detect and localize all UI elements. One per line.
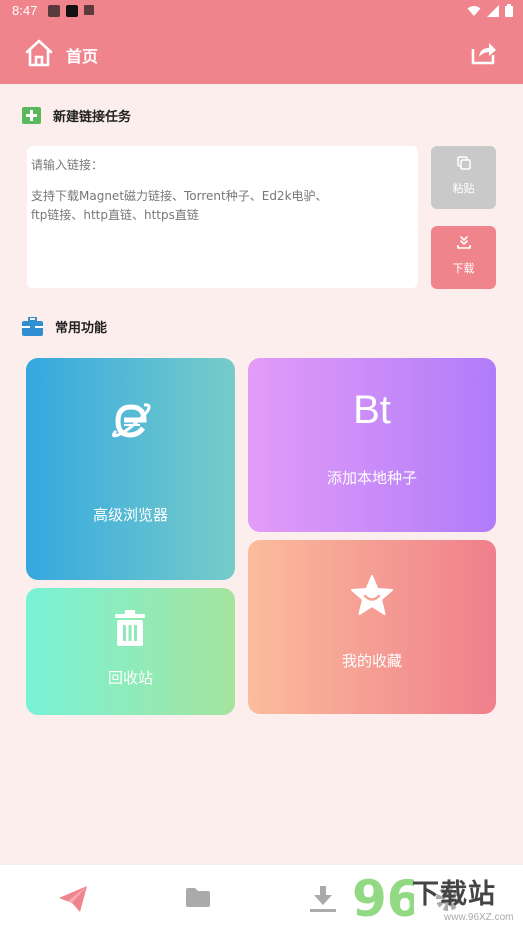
home-button[interactable]	[24, 38, 54, 68]
send-icon	[59, 886, 87, 912]
browser-tile[interactable]: 高级浏览器	[26, 358, 235, 580]
favorites-tile[interactable]: 我的收藏	[248, 540, 496, 714]
hint-line: 支持下载Magnet磁力链接、Torrent种子、Ed2k电驴、	[31, 189, 328, 203]
nav-home[interactable]	[58, 885, 88, 913]
status-bar: 8:47	[0, 0, 523, 22]
toolbox-icon	[22, 317, 43, 336]
ie-browser-icon	[111, 403, 151, 438]
functions-header: 常用功能	[22, 317, 107, 336]
page-title: 首页	[66, 47, 99, 66]
share-button[interactable]	[469, 39, 497, 67]
link-input[interactable]: 请输入链接： 支持下载Magnet磁力链接、Torrent种子、Ed2k电驴、 …	[27, 146, 418, 288]
paste-button[interactable]: 粘贴	[431, 146, 496, 209]
watermark-digits: 96	[352, 870, 414, 926]
battery-icon	[505, 4, 513, 17]
paste-icon	[457, 156, 471, 170]
notification-app-icon	[84, 5, 94, 15]
recycle-bin-label: 回收站	[107, 669, 153, 687]
star-icon	[351, 575, 393, 615]
watermark-text: 下载站	[412, 879, 496, 910]
hint-line: ftp链接、http直链、https直链	[31, 208, 199, 222]
notification-app-icon	[66, 5, 78, 17]
link-input-hint: 支持下载Magnet磁力链接、Torrent种子、Ed2k电驴、 ftp链接、h…	[31, 187, 414, 225]
paste-label: 粘贴	[452, 182, 475, 195]
status-time: 8:47	[12, 3, 38, 18]
folder-icon	[186, 888, 210, 907]
nav-files[interactable]	[185, 885, 215, 913]
system-icons	[467, 4, 513, 17]
download-button[interactable]: 下载	[431, 226, 496, 289]
add-icon	[22, 107, 41, 124]
browser-label: 高级浏览器	[92, 506, 168, 524]
watermark-url: www.96XZ.com	[444, 912, 514, 923]
bt-icon: Bt	[353, 388, 391, 432]
recycle-bin-tile[interactable]: 回收站	[26, 588, 235, 715]
download-icon	[457, 236, 471, 249]
download-label: 下载	[452, 262, 475, 275]
signal-icon	[487, 4, 499, 17]
watermark-logo: 96	[352, 870, 414, 926]
notification-app-icon	[48, 5, 60, 17]
favorites-label: 我的收藏	[341, 652, 402, 670]
nav-downloads[interactable]	[309, 885, 339, 913]
home-icon	[25, 39, 53, 67]
add-torrent-tile[interactable]: Bt 添加本地种子	[248, 358, 496, 532]
share-icon	[471, 43, 496, 65]
section-title: 常用功能	[55, 321, 108, 336]
wifi-icon	[467, 5, 481, 16]
notification-icons	[48, 5, 94, 17]
trash-icon	[115, 610, 145, 646]
link-input-label: 请输入链接：	[31, 158, 104, 172]
new-task-header: 新建链接任务	[22, 106, 131, 125]
watermark: 96 下载站 www.96XZ.com	[352, 864, 523, 929]
add-torrent-label: 添加本地种子	[326, 469, 417, 487]
download-tray-icon	[310, 886, 336, 912]
section-title: 新建链接任务	[53, 110, 132, 125]
app-bar: 首页	[0, 22, 523, 84]
